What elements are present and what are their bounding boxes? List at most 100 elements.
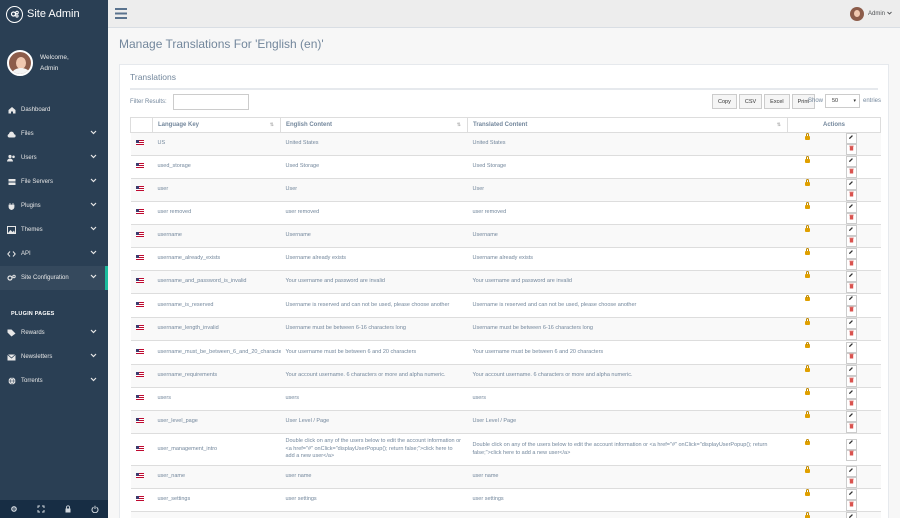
sidebar-item-rewards[interactable]: Rewards <box>0 321 108 345</box>
table-row[interactable]: user_level_page User Level / Page User Lev… <box>130 410 881 434</box>
translated-content-cell: Used Storage <box>467 155 788 179</box>
delete-button[interactable] <box>845 190 857 201</box>
sidebar-item-files[interactable]: Files <box>0 122 108 146</box>
lock-icon <box>804 156 810 163</box>
brand[interactable]: Site Admin <box>0 0 108 28</box>
delete-button[interactable] <box>845 477 857 488</box>
pencil-icon <box>848 134 854 144</box>
table-row[interactable]: user_statusUser StatusUser Status <box>130 511 881 518</box>
delete-button[interactable] <box>845 500 857 511</box>
delete-button[interactable] <box>845 213 857 224</box>
fullscreen-icon[interactable] <box>36 505 45 514</box>
flag-cell <box>130 433 153 466</box>
sidebar-item-themes[interactable]: Themes <box>0 218 108 242</box>
delete-button[interactable] <box>845 352 857 364</box>
sidebar-item-file-servers[interactable]: File Servers <box>0 170 108 194</box>
edit-button[interactable] <box>845 156 857 167</box>
table-row[interactable]: user User User <box>130 178 881 202</box>
sidebar-item-site-configuration[interactable]: Site Configuration <box>0 266 108 290</box>
sidebar-item-plugins[interactable]: Plugins <box>0 194 108 218</box>
table-row[interactable]: username_requirements Your account userna… <box>130 364 881 388</box>
edit-button[interactable] <box>845 179 857 190</box>
flag-column-header <box>130 117 153 133</box>
translated-content-cell: United States <box>467 132 788 156</box>
edit-button[interactable] <box>845 411 857 422</box>
language-key-cell: user_name <box>152 465 281 489</box>
delete-button[interactable] <box>845 422 857 433</box>
edit-button[interactable] <box>845 271 857 282</box>
language-key-cell: username_already_exists <box>152 247 281 271</box>
chevron-down-icon <box>90 202 98 210</box>
table-row[interactable]: username_length_invalid Username must be … <box>130 317 881 341</box>
entries-select[interactable]: 50 ▾ <box>825 94 860 108</box>
english-content-cell: Your username and password are invalid <box>280 270 468 294</box>
sidebar-item-newsletters[interactable]: Newsletters <box>0 345 108 369</box>
menu-toggle-icon[interactable] <box>115 8 127 19</box>
filter-input[interactable] <box>173 94 249 110</box>
lock-icon <box>804 365 810 372</box>
edit-button[interactable] <box>845 225 857 236</box>
edit-button[interactable] <box>845 248 857 259</box>
column-header-translated-content[interactable]: Translated Content ⇅ <box>467 117 788 133</box>
logout-icon[interactable] <box>90 505 99 514</box>
flag-cell <box>130 178 153 202</box>
table-row[interactable]: US United States United States <box>130 132 881 156</box>
pencil-icon <box>848 249 854 259</box>
delete-button[interactable] <box>845 236 857 247</box>
picture-icon <box>7 226 16 235</box>
edit-button[interactable] <box>845 365 857 376</box>
chevron-down-icon <box>90 178 98 186</box>
delete-button[interactable] <box>845 167 857 178</box>
column-header-actions: Actions <box>787 117 881 133</box>
delete-button[interactable] <box>845 259 857 270</box>
column-header-english-content[interactable]: English Content ⇅ <box>280 117 468 133</box>
edit-button[interactable] <box>845 489 857 500</box>
table-row[interactable]: username_already_exists Username already … <box>130 247 881 271</box>
delete-button[interactable] <box>845 376 857 387</box>
table-row[interactable]: user_name user name user name <box>130 465 881 489</box>
edit-button[interactable] <box>845 341 857 353</box>
table-row[interactable]: username_must_be_between_6_and_20_charac… <box>130 340 881 365</box>
export-excel-button[interactable]: Excel <box>764 94 790 109</box>
edit-button[interactable] <box>845 133 857 144</box>
user-menu-label: Admin <box>867 11 885 17</box>
sidebar: Site Admin Welcome, Admin Dashboard Files… <box>0 0 108 518</box>
sort-icon: ⇅ <box>456 122 461 128</box>
table-row[interactable]: user removed user removed user removed <box>130 201 881 225</box>
table-row[interactable]: username_is_reserved Username is reserved… <box>130 293 881 318</box>
sidebar-item-torrents[interactable]: Torrents <box>0 369 108 393</box>
table-row[interactable]: username Username Username <box>130 224 881 248</box>
delete-button[interactable] <box>845 399 857 410</box>
table-row[interactable]: users users users <box>130 387 881 411</box>
edit-button[interactable] <box>845 466 857 477</box>
edit-button[interactable] <box>845 388 857 399</box>
lock-icon[interactable] <box>63 505 72 514</box>
delete-button[interactable] <box>845 305 857 317</box>
edit-button[interactable] <box>845 438 857 450</box>
edit-button[interactable] <box>845 318 857 329</box>
delete-button[interactable] <box>845 449 857 461</box>
sidebar-item-dashboard[interactable]: Dashboard <box>0 98 108 122</box>
edit-button[interactable] <box>845 202 857 213</box>
column-header-language-key[interactable]: Language Key ⇅ <box>152 117 281 133</box>
export-csv-button[interactable]: CSV <box>738 94 763 109</box>
edit-button[interactable] <box>845 512 857 518</box>
table-row[interactable]: used_storage Used Storage Used Storage <box>130 155 881 179</box>
table-row[interactable]: username_and_password_is_invalid Your use… <box>130 270 881 294</box>
delete-button[interactable] <box>845 144 857 155</box>
plug-icon <box>7 202 16 211</box>
table-row[interactable]: user_settings user settings user settings <box>130 488 881 512</box>
export-copy-button[interactable]: Copy <box>712 94 737 109</box>
user-menu[interactable]: Admin <box>849 7 892 21</box>
sidebar-item-api[interactable]: API <box>0 242 108 266</box>
delete-button[interactable] <box>845 329 857 340</box>
sort-icon: ⇅ <box>776 122 781 128</box>
settings-icon[interactable] <box>9 505 18 514</box>
edit-button[interactable] <box>845 294 857 306</box>
table-row[interactable]: user_management_intro Double click on any… <box>130 433 881 466</box>
delete-button[interactable] <box>845 282 857 293</box>
sidebar-item-users[interactable]: Users <box>0 146 108 170</box>
language-key-cell: username_must_be_between_6_and_20_charac… <box>152 340 281 365</box>
sidebar-footer <box>0 500 108 518</box>
trash-icon <box>848 400 854 410</box>
